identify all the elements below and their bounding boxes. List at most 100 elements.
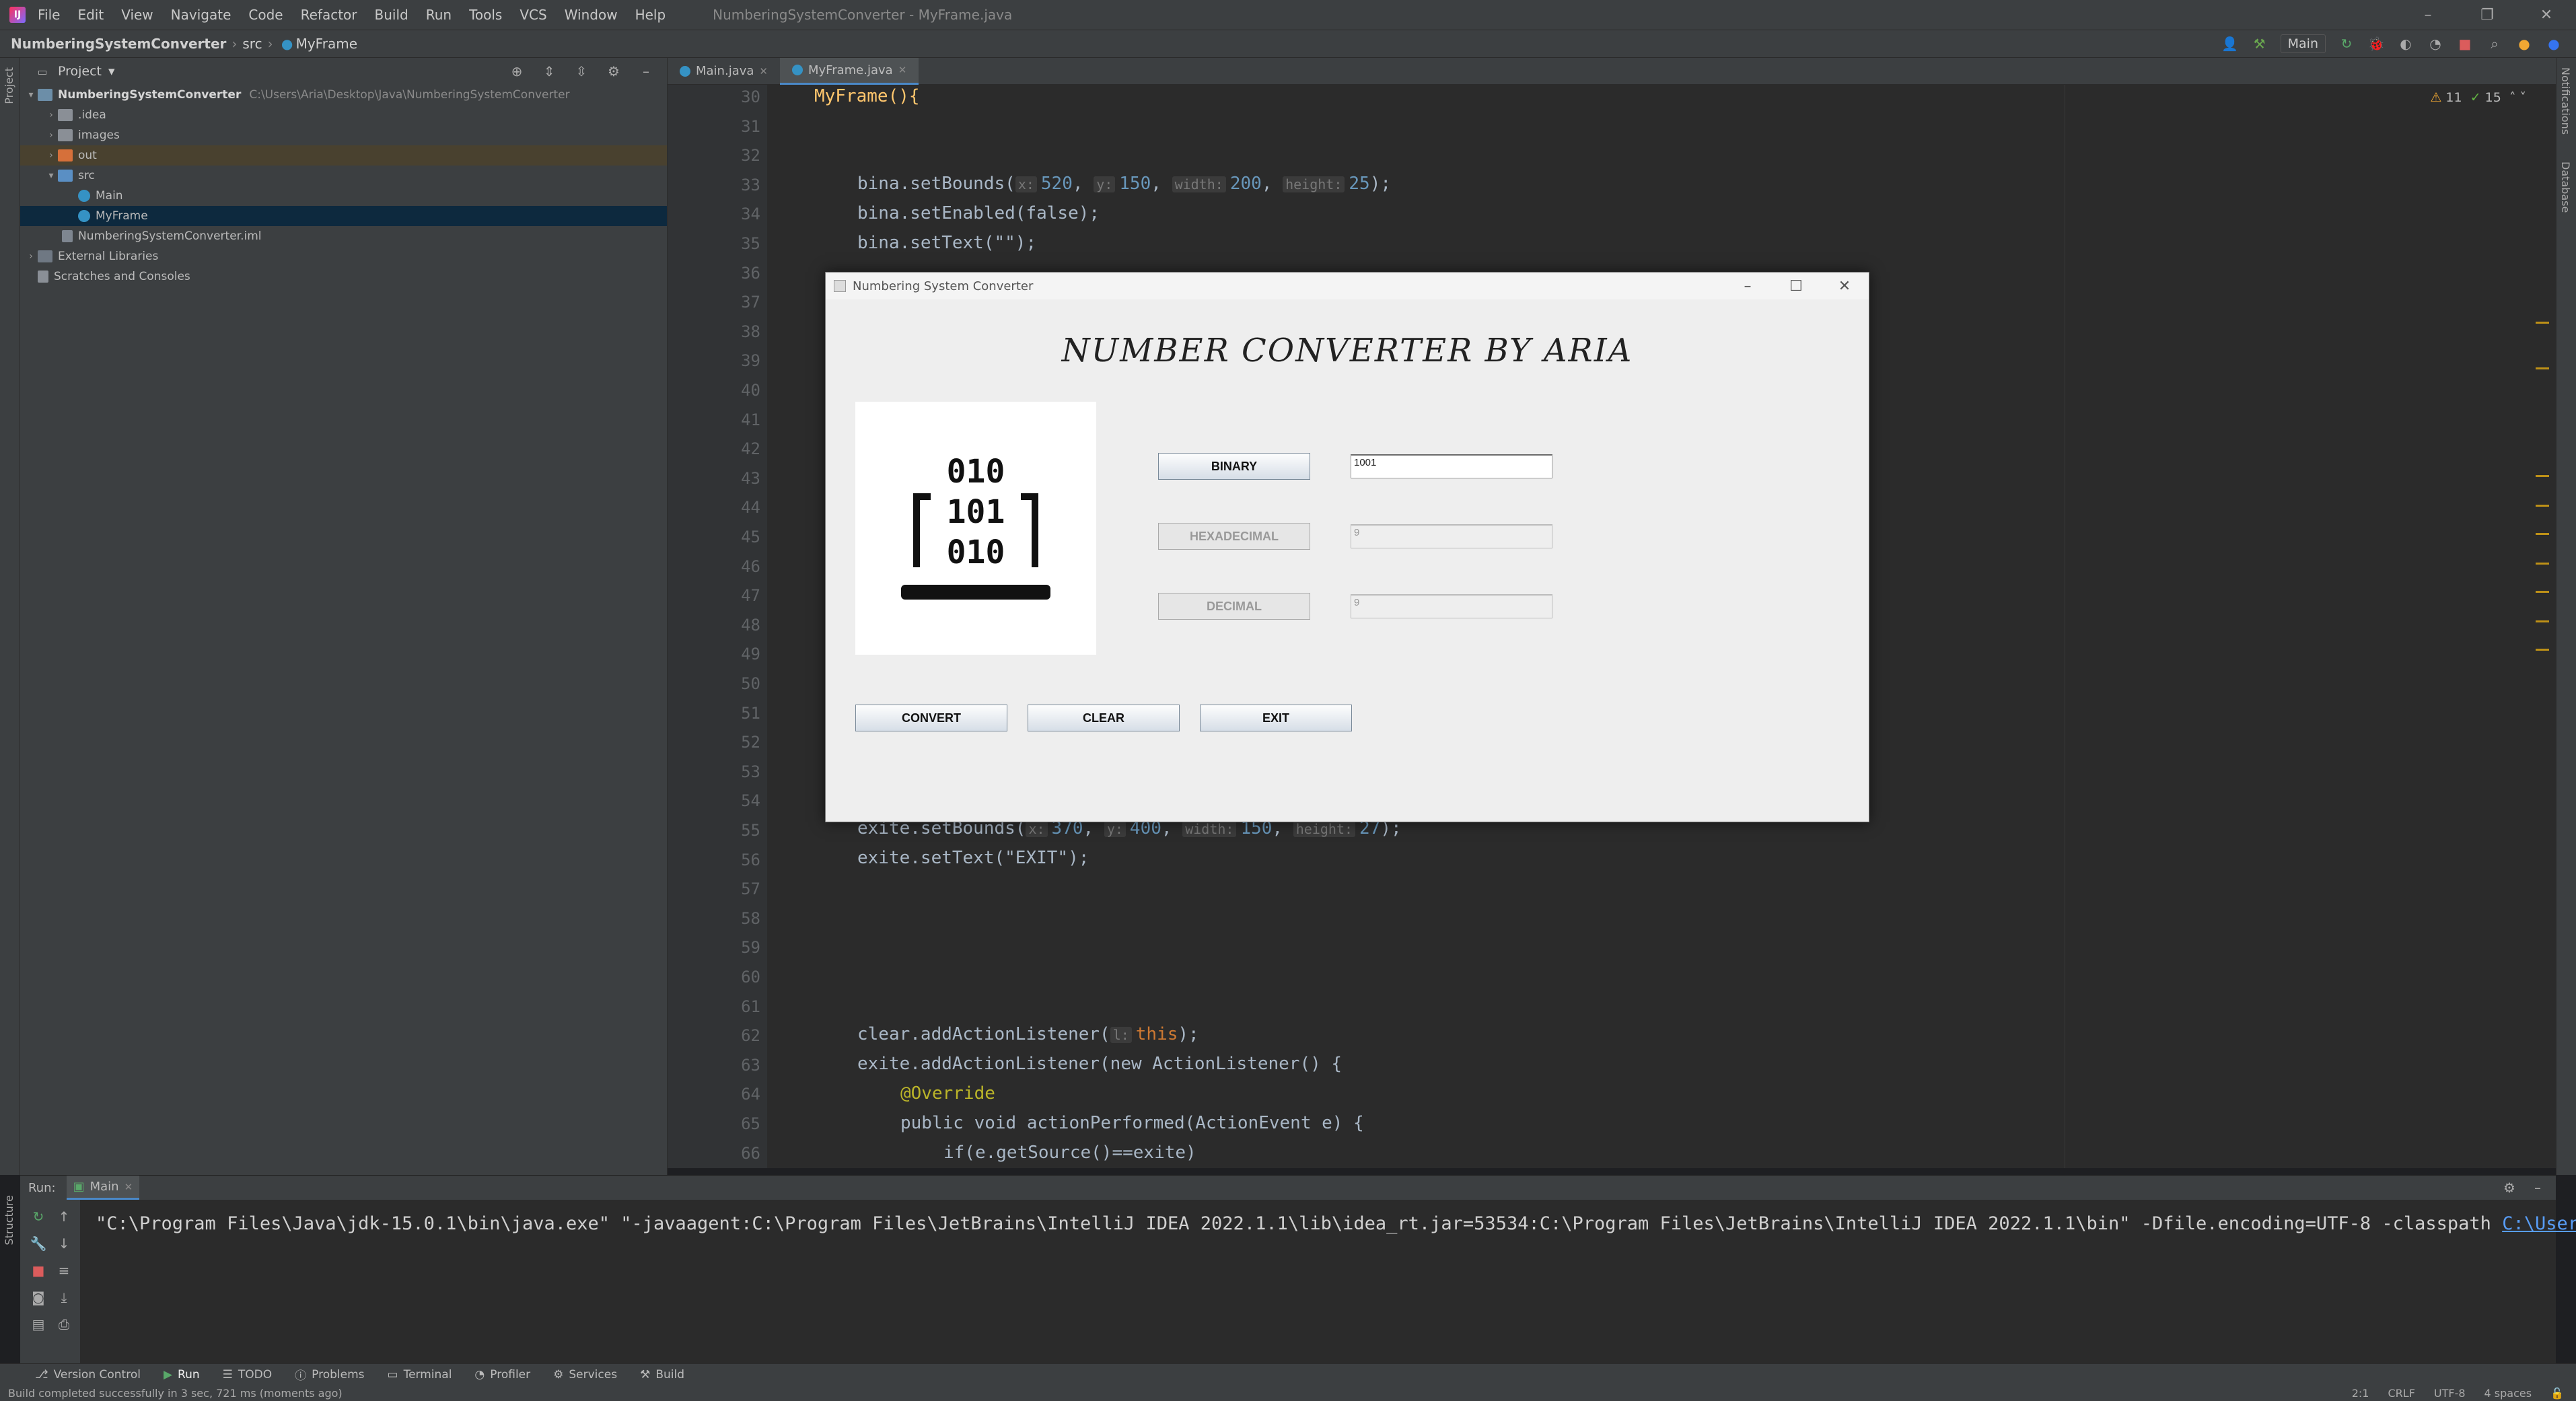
tab-main-java[interactable]: Main.java ✕ — [668, 58, 780, 85]
toolwindow-problems[interactable]: ⓘ Problems — [295, 1366, 364, 1384]
rerun-icon[interactable]: ↻ — [2338, 35, 2355, 52]
chevron-down-icon[interactable]: ▾ — [24, 89, 38, 100]
print-icon[interactable]: ⎙ — [55, 1316, 73, 1333]
error-stripe-mark[interactable] — [2536, 475, 2549, 477]
breadcrumb-project[interactable]: NumberingSystemConverter — [11, 36, 226, 52]
menu-navigate[interactable]: Navigate — [171, 7, 231, 23]
convert-button[interactable]: CONVERT — [855, 705, 1007, 731]
hide-icon[interactable]: – — [637, 63, 655, 80]
update-icon[interactable]: ● — [2515, 35, 2533, 52]
stop-icon[interactable]: ■ — [30, 1262, 47, 1279]
menu-code[interactable]: Code — [248, 7, 283, 23]
tree-item-iml[interactable]: NumberingSystemConverter.iml — [20, 226, 667, 246]
menu-help[interactable]: Help — [635, 7, 666, 23]
breadcrumb-myframe[interactable]: MyFrame — [296, 36, 357, 52]
layout-icon[interactable]: ▤ — [30, 1316, 47, 1333]
tree-item-idea[interactable]: › .idea — [20, 105, 667, 125]
menu-view[interactable]: View — [121, 7, 153, 23]
wrench-icon[interactable]: 🔧 — [30, 1235, 47, 1252]
account-icon[interactable]: 👤 — [2221, 35, 2239, 52]
hexadecimal-button[interactable]: HEXADECIMAL — [1158, 523, 1310, 550]
notifications-strip-button[interactable]: Notifications — [2559, 67, 2572, 135]
binary-button[interactable]: BINARY — [1158, 453, 1310, 480]
error-stripe-mark[interactable] — [2536, 649, 2549, 651]
collapse-all-icon[interactable]: ⇳ — [573, 63, 590, 80]
close-icon[interactable]: ✕ — [2517, 7, 2576, 24]
jetbrains-icon[interactable]: ● — [2545, 35, 2563, 52]
tree-item-root[interactable]: ▾ NumberingSystemConverter C:\Users\Aria\… — [20, 85, 667, 105]
console-output[interactable]: "C:\Program Files\Java\jdk-15.0.1\bin\ja… — [96, 1213, 2576, 1234]
breadcrumb-src[interactable]: src — [242, 36, 262, 52]
chevron-right-icon[interactable]: › — [44, 110, 58, 120]
expand-all-icon[interactable]: ⇕ — [540, 63, 558, 80]
hexadecimal-field[interactable]: 9 — [1351, 524, 1552, 548]
arrow-up-icon[interactable]: ↑ — [55, 1208, 73, 1225]
status-message[interactable]: Build completed successfully in 3 sec, 7… — [8, 1387, 343, 1400]
menu-edit[interactable]: Edit — [77, 7, 104, 23]
tree-item-scratches[interactable]: Scratches and Consoles — [20, 266, 667, 287]
soft-wrap-icon[interactable]: ≡ — [55, 1262, 73, 1279]
locate-icon[interactable]: ⊕ — [508, 63, 526, 80]
file-encoding[interactable]: UTF-8 — [2434, 1387, 2466, 1400]
tree-item-out[interactable]: › out — [20, 145, 667, 166]
run-configuration-select[interactable]: Main — [2280, 34, 2326, 53]
error-stripe-mark[interactable] — [2536, 505, 2549, 507]
error-stripe-mark[interactable] — [2536, 563, 2549, 565]
chevron-down-icon[interactable]: ˅ — [2520, 90, 2527, 105]
caret-position[interactable]: 2:1 — [2352, 1387, 2369, 1400]
chevron-down-icon[interactable]: ▾ — [108, 64, 115, 79]
close-icon[interactable]: ✕ — [1820, 278, 1869, 295]
indent-setting[interactable]: 4 spaces — [2484, 1387, 2532, 1400]
rerun-icon[interactable]: ↻ — [30, 1208, 47, 1225]
minimize-icon[interactable]: – — [1723, 278, 1772, 295]
toolwindow-build[interactable]: ⚒ Build — [640, 1368, 684, 1381]
toolwindow-version-control[interactable]: ⎇ Version Control — [35, 1368, 141, 1381]
menu-vcs[interactable]: VCS — [520, 7, 546, 23]
database-strip-button[interactable]: Database — [2559, 161, 2572, 213]
minimize-icon[interactable]: – — [2398, 7, 2458, 24]
exit-button[interactable]: EXIT — [1200, 705, 1352, 731]
intellij-logo-icon[interactable]: IJ — [9, 7, 26, 23]
menu-run[interactable]: Run — [426, 7, 452, 23]
gear-icon[interactable]: ⚙ — [2501, 1179, 2518, 1196]
error-stripe-mark[interactable] — [2536, 533, 2549, 535]
camera-icon[interactable]: ◙ — [30, 1289, 47, 1306]
search-icon[interactable]: ⌕ — [2486, 35, 2503, 52]
chevron-right-icon[interactable]: › — [24, 251, 38, 262]
menu-file[interactable]: File — [38, 7, 60, 23]
coverage-icon[interactable]: ◐ — [2397, 35, 2414, 52]
close-icon[interactable]: ✕ — [759, 65, 768, 77]
project-strip-button[interactable]: Project — [3, 67, 15, 104]
chevron-right-icon[interactable]: › — [44, 150, 58, 161]
toolwindow-profiler[interactable]: ◔ Profiler — [474, 1368, 530, 1381]
tab-myframe-java[interactable]: MyFrame.java ✕ — [779, 57, 919, 85]
build-hammer-icon[interactable]: ⚒ — [2251, 35, 2268, 52]
console-link[interactable]: C:\Users\ — [2502, 1213, 2576, 1234]
lock-icon[interactable]: 🔓 — [2550, 1387, 2564, 1400]
chevron-up-icon[interactable]: ˄ — [2509, 90, 2516, 105]
tree-item-main[interactable]: Main — [20, 186, 667, 206]
maximize-icon[interactable]: ☐ — [1772, 278, 1820, 295]
arrow-down-icon[interactable]: ↓ — [55, 1235, 73, 1252]
menu-refactor[interactable]: Refactor — [301, 7, 357, 23]
error-stripe-mark[interactable] — [2536, 620, 2549, 622]
close-icon[interactable]: ✕ — [898, 64, 907, 76]
binary-field[interactable]: 1001 — [1351, 454, 1552, 478]
error-stripe-mark[interactable] — [2536, 322, 2549, 324]
decimal-field[interactable]: 9 — [1351, 594, 1552, 618]
toolwindow-services[interactable]: ⚙ Services — [553, 1368, 617, 1381]
tree-item-external-libraries[interactable]: › External Libraries — [20, 246, 667, 266]
tree-item-src[interactable]: ▾ src — [20, 166, 667, 186]
scroll-to-end-icon[interactable]: ⤓ — [55, 1289, 73, 1306]
menu-window[interactable]: Window — [565, 7, 618, 23]
inspection-widget[interactable]: ⚠ 11 ✓ 15 ˄ ˅ — [2430, 90, 2526, 105]
toolwindow-run[interactable]: ▶ Run — [164, 1368, 200, 1381]
hide-icon[interactable]: – — [2529, 1179, 2546, 1196]
stop-icon[interactable]: ■ — [2456, 35, 2474, 52]
menu-tools[interactable]: Tools — [469, 7, 502, 23]
error-stripe-mark[interactable] — [2536, 367, 2549, 369]
structure-strip-button[interactable]: Structure — [3, 1195, 15, 1245]
tree-item-images[interactable]: › images — [20, 125, 667, 145]
chevron-down-icon[interactable]: ▾ — [44, 170, 58, 181]
chevron-right-icon[interactable]: › — [44, 130, 58, 141]
